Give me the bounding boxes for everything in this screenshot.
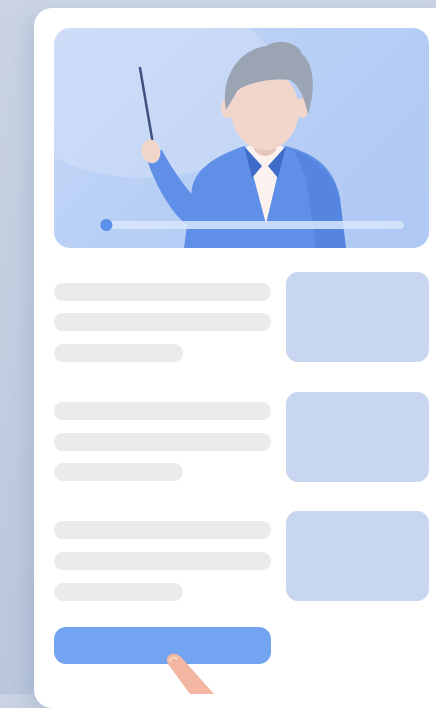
video-frame bbox=[54, 28, 404, 248]
lesson-subtitle-line bbox=[54, 313, 271, 331]
lesson-title-line bbox=[54, 521, 271, 539]
lesson-meta-line bbox=[54, 344, 183, 362]
lesson-subtitle-line bbox=[54, 552, 271, 570]
video-progress-track[interactable] bbox=[94, 221, 404, 229]
lesson-meta-line bbox=[54, 583, 183, 601]
lesson-subtitle-line bbox=[54, 433, 271, 451]
lesson-thumbnail[interactable] bbox=[286, 272, 429, 362]
lesson-thumbnail[interactable] bbox=[286, 511, 429, 601]
lesson-title-line bbox=[54, 402, 271, 420]
video-progress-knob[interactable] bbox=[100, 219, 113, 231]
lesson-meta-line bbox=[54, 463, 183, 481]
primary-action-button[interactable] bbox=[54, 627, 271, 664]
lesson-title-line bbox=[54, 283, 271, 301]
video-player[interactable] bbox=[54, 28, 429, 248]
lesson-thumbnail[interactable] bbox=[286, 392, 429, 482]
